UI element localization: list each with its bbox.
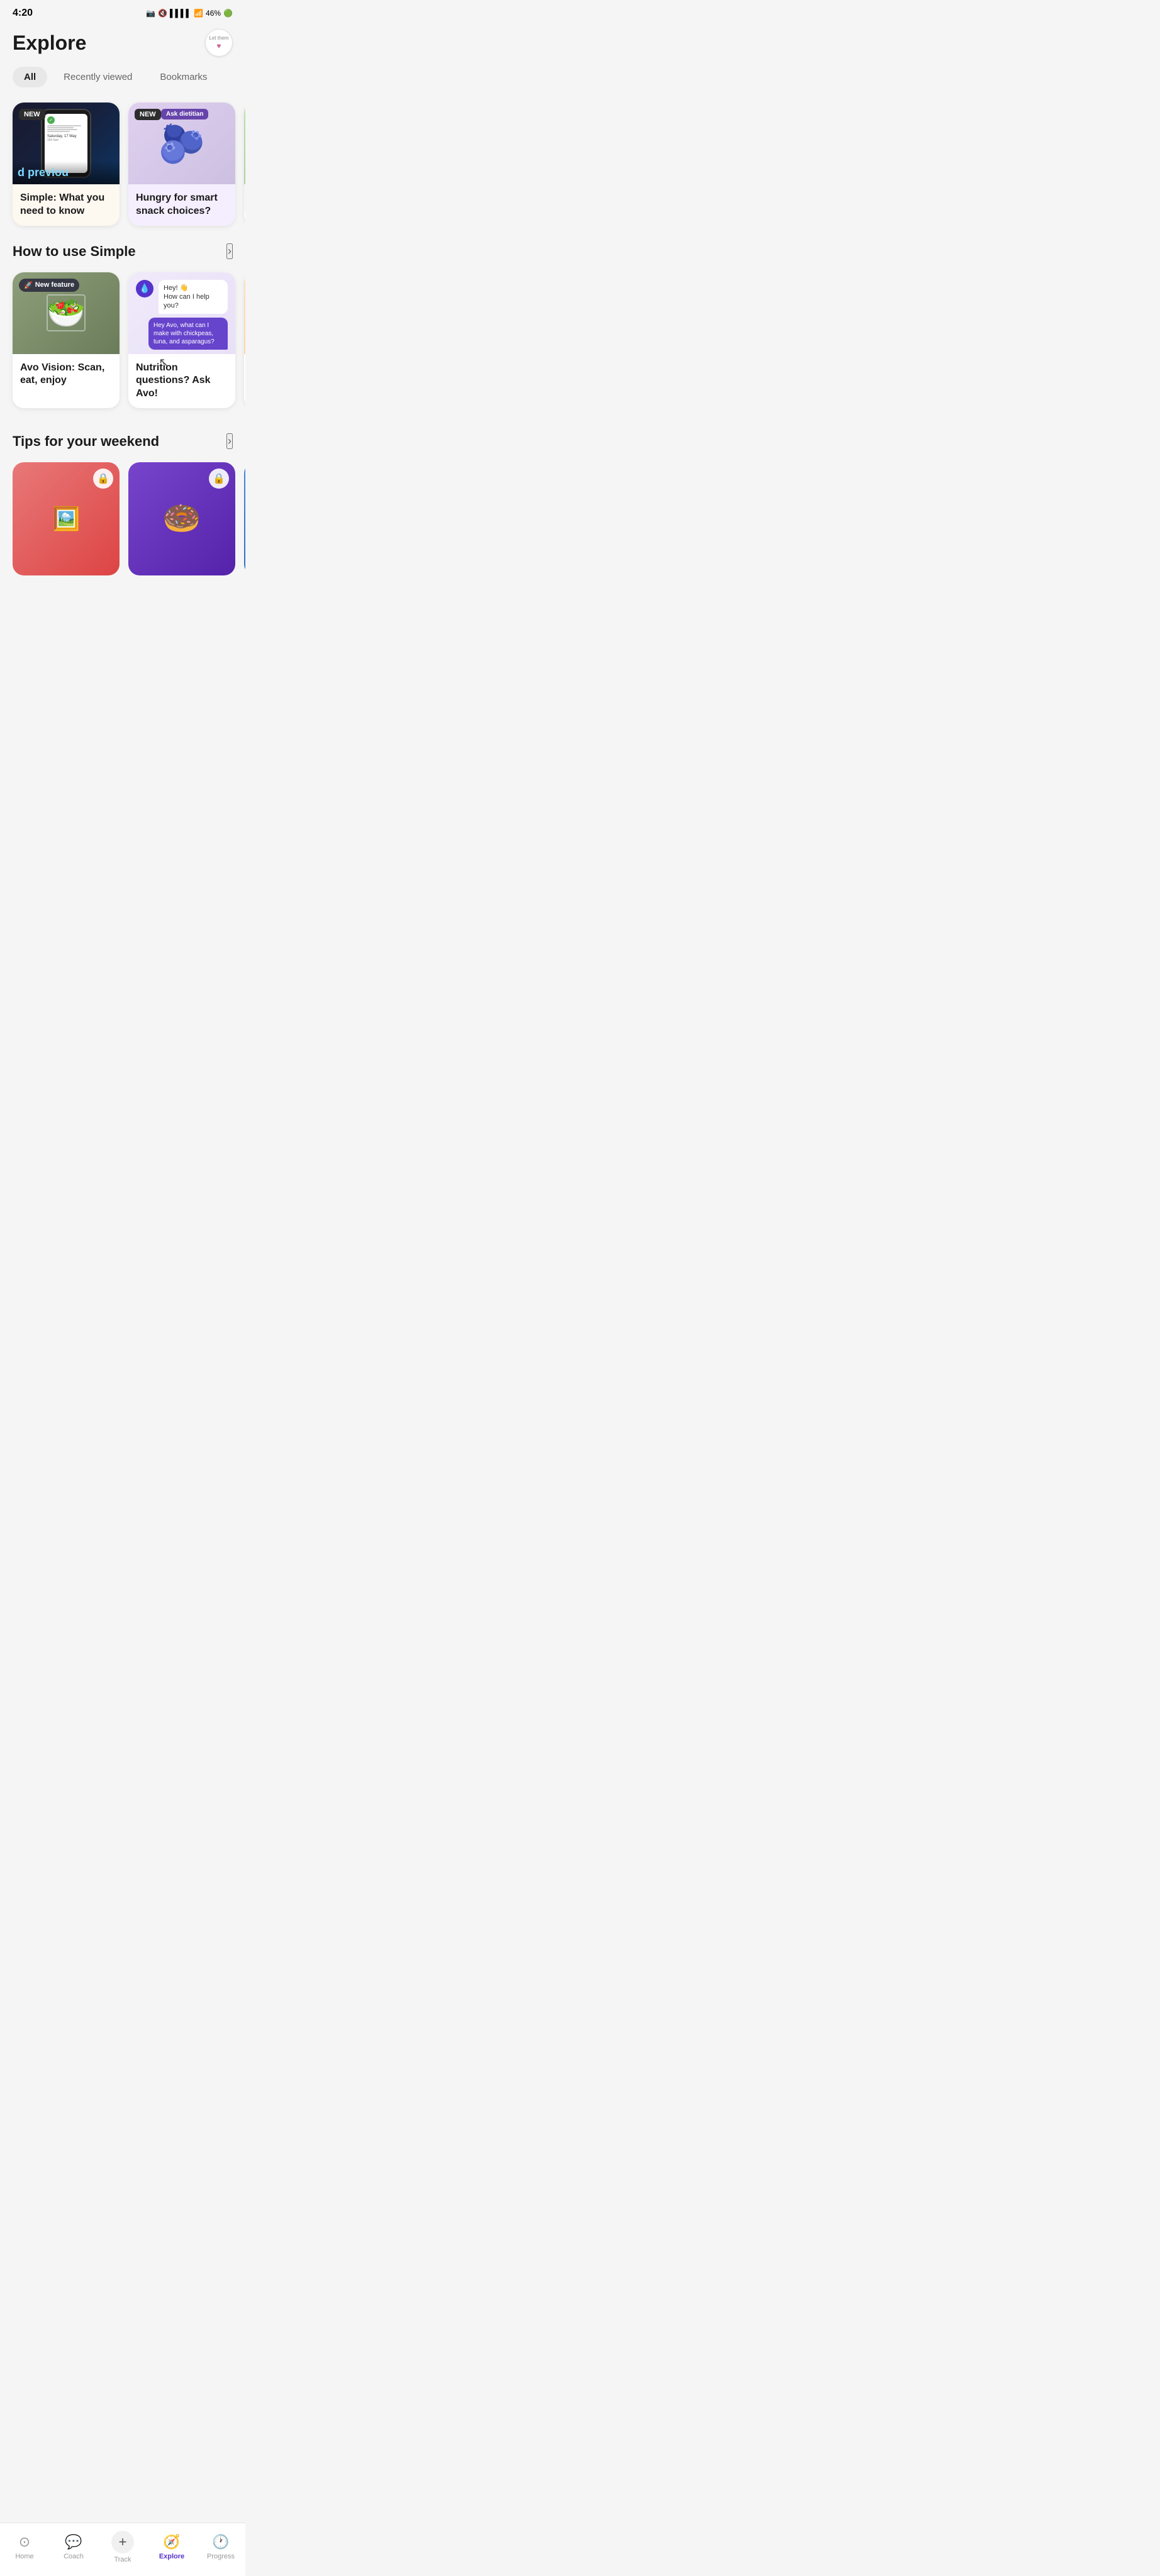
card-avo-vision[interactable]: 🥗 🚀 New feature Avo Vision: Scan, eat, e… <box>13 272 120 408</box>
card-fasting-body: Fas... <box>244 184 245 213</box>
page-title: Explore <box>13 31 86 55</box>
card-simple-image: ✓ Saturday, 17 May 16h fast d previou NE… <box>13 103 120 184</box>
avo-avatar: 💧 <box>136 280 153 297</box>
card-simple-body: Simple: What you need to know <box>13 184 120 226</box>
how-to-title: How to use Simple <box>13 243 136 260</box>
battery-level: 46% <box>206 9 221 18</box>
card-simple[interactable]: ✓ Saturday, 17 May 16h fast d previou NE… <box>13 103 120 226</box>
berries-icon: 🫐 <box>159 121 206 166</box>
daily-nutrition-body: Ge...Nu... <box>244 354 245 389</box>
tip-photos-image: 🖼️ 🔒 <box>13 462 120 575</box>
card-fasting[interactable]: 📏 NE Fas... <box>244 103 245 226</box>
card-simple-title: Simple: What you need to know <box>20 192 112 218</box>
status-icons: 📷 🔇 ▌▌▌▌ 📶 46% 🟢 <box>146 9 233 18</box>
silent-icon: 🔇 <box>158 9 167 18</box>
tab-bookmarks[interactable]: Bookmarks <box>148 67 218 87</box>
how-to-more-button[interactable]: › <box>226 243 233 259</box>
card-snack-body: Hungry for smart snack choices? <box>128 184 235 226</box>
dietitian-badge: Ask dietitian <box>161 109 208 119</box>
avo-vision-title: Avo Vision: Scan, eat, enjoy <box>20 362 112 388</box>
avatar-heart-icon: ♥ <box>216 42 221 50</box>
badge-new-2: NEW <box>135 109 161 120</box>
profile-avatar[interactable]: Let them ♥ <box>205 29 233 57</box>
donut-icon: 🍩 <box>162 500 201 537</box>
cursor-icon: ↖ <box>159 355 228 370</box>
chat-question: Hey Avo, what can I make with chickpeas,… <box>148 318 228 350</box>
nav-item-home[interactable]: ⊙ Home <box>0 2534 49 2560</box>
nav-item-explore[interactable]: 🧭 Explore <box>147 2534 196 2560</box>
tips-section: Tips for your weekend › 🖼️ 🔒 🍩 🔒 <box>0 423 245 601</box>
nav-label-progress: Progress <box>207 2553 235 2560</box>
nav-label-coach: Coach <box>64 2553 84 2560</box>
coach-icon: 💬 <box>65 2534 82 2550</box>
chat-greeting: Hey! 👋How can I help you? <box>159 280 228 314</box>
tips-section-header: Tips for your weekend › <box>0 428 245 460</box>
card-ask-avo[interactable]: 💧 Hey! 👋How can I help you? Hey Avo, wha… <box>128 272 235 408</box>
how-to-cards-row: 🥗 🚀 New feature Avo Vision: Scan, eat, e… <box>0 270 245 423</box>
photos-icon: 🖼️ <box>52 506 81 532</box>
explore-icon: 🧭 <box>163 2534 180 2550</box>
track-add-icon: + <box>111 2531 134 2553</box>
nav-item-track[interactable]: + Track <box>98 2531 147 2563</box>
tips-cards-row: 🖼️ 🔒 🍩 🔒 🔒 <box>0 460 245 588</box>
tips-title: Tips for your weekend <box>13 433 159 450</box>
card-snack[interactable]: 🫐 NEW Ask dietitian Hungry for smart sna… <box>128 103 235 226</box>
avo-vision-image: 🥗 🚀 New feature <box>13 272 120 354</box>
card-snack-image: 🫐 NEW Ask dietitian <box>128 103 235 184</box>
tip-card-donut[interactable]: 🍩 🔒 <box>128 462 235 575</box>
nav-item-progress[interactable]: 🕐 Progress <box>196 2534 245 2560</box>
tips-more-button[interactable]: › <box>226 433 233 449</box>
tab-all[interactable]: All <box>13 67 47 87</box>
progress-icon: 🕐 <box>212 2534 229 2550</box>
daily-nutrition-image: Dail <box>244 272 245 354</box>
new-feature-badge: 🚀 New feature <box>19 279 79 292</box>
avatar-text: Let them <box>209 35 228 42</box>
nav-label-explore: Explore <box>159 2553 184 2560</box>
tip-card-blue[interactable]: 🔒 <box>244 462 245 575</box>
how-to-section-header: How to use Simple › <box>0 238 245 270</box>
card-snack-title: Hungry for smart snack choices? <box>136 192 228 218</box>
header: Explore Let them ♥ <box>0 24 245 67</box>
status-bar: 4:20 📷 🔇 ▌▌▌▌ 📶 46% 🟢 <box>0 0 245 24</box>
card-fasting-image: 📏 NE <box>244 103 245 184</box>
card-daily-nutrition[interactable]: Dail Ge...Nu... <box>244 272 245 408</box>
rocket-icon: 🚀 <box>24 281 33 289</box>
camera-icon: 📷 <box>146 9 155 18</box>
tip-blue-image: 🔒 <box>244 462 245 575</box>
nav-label-track: Track <box>114 2556 131 2563</box>
lock-badge-2: 🔒 <box>209 469 229 489</box>
main-content: ✓ Saturday, 17 May 16h fast d previou NE… <box>0 100 245 663</box>
tab-recently-viewed[interactable]: Recently viewed <box>52 67 143 87</box>
status-time: 4:20 <box>13 8 33 19</box>
nav-item-coach[interactable]: 💬 Coach <box>49 2534 98 2560</box>
lock-badge-1: 🔒 <box>93 469 113 489</box>
bottom-nav: ⊙ Home 💬 Coach + Track 🧭 Explore 🕐 Progr… <box>0 2523 245 2576</box>
badge-new-1: NEW <box>19 109 45 120</box>
tip-donut-image: 🍩 🔒 <box>128 462 235 575</box>
signal-bars: ▌▌▌▌ <box>170 9 191 18</box>
battery-dot: 🟢 <box>223 9 233 18</box>
home-icon: ⊙ <box>19 2534 30 2550</box>
tip-card-photos[interactable]: 🖼️ 🔒 <box>13 462 120 575</box>
ask-avo-image: 💧 Hey! 👋How can I help you? Hey Avo, wha… <box>128 272 235 354</box>
nav-label-home: Home <box>15 2553 33 2560</box>
featured-cards-row: ✓ Saturday, 17 May 16h fast d previou NE… <box>0 100 245 238</box>
filter-tabs: All Recently viewed Bookmarks <box>0 67 245 100</box>
wifi-icon: 📶 <box>194 9 203 18</box>
avo-vision-body: Avo Vision: Scan, eat, enjoy <box>13 354 120 396</box>
